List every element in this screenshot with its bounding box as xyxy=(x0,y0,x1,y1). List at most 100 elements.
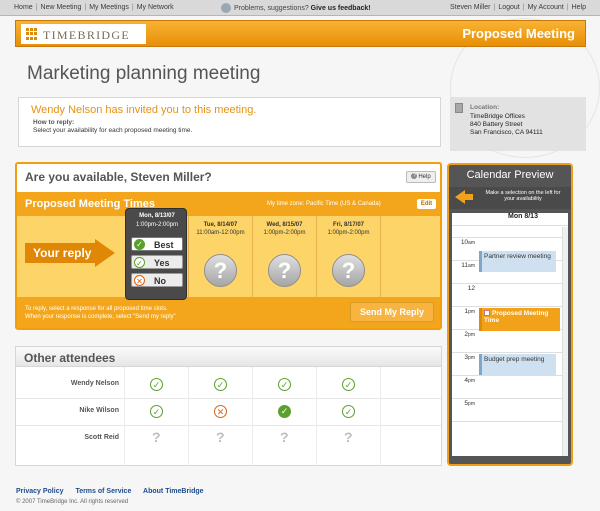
how-to-reply-label: How to reply: xyxy=(33,119,75,126)
nav-new-meeting-link[interactable]: New Meeting xyxy=(41,4,82,11)
check-icon: ✓ xyxy=(278,378,291,391)
logo-grid-icon xyxy=(26,28,38,40)
location-label: Location: xyxy=(470,104,500,111)
calendar-hint-text: Make a selection on the left for your av… xyxy=(485,190,561,202)
my-account-link[interactable]: My Account xyxy=(528,4,564,11)
slot-date: Fri, 8/17/07 xyxy=(332,222,365,228)
slot-time: 1:00pm-2:00pm xyxy=(135,222,179,228)
location-line: San Francisco, CA 94111 xyxy=(470,129,543,136)
hour-label: 1pm xyxy=(464,308,475,315)
attendee-name: Nike Wilson xyxy=(79,407,119,414)
feedback-icon xyxy=(221,3,231,13)
account-links: Steven Miller | Logout | My Account | Help xyxy=(450,4,586,11)
nav-my-network-link[interactable]: My Network xyxy=(137,4,174,11)
logo-text: TIMEBRIDGE xyxy=(43,28,130,42)
check-icon: ✓ xyxy=(214,378,227,391)
top-nav: Home | New Meeting | My Meetings | My Network … xyxy=(0,0,600,16)
help-button[interactable]: ? Help xyxy=(406,171,436,183)
calendar-event[interactable]: Partner review meeting xyxy=(479,251,556,272)
slot-date: Mon, 8/13/07 xyxy=(139,213,175,219)
hour-label: 11am xyxy=(461,262,475,269)
attendee-row: Scott Reid ? ? ? ? xyxy=(16,426,441,453)
check-icon: ✓ xyxy=(150,378,163,391)
check-icon: ✓ xyxy=(134,257,145,268)
no-option-button[interactable]: ✕ No xyxy=(131,273,183,287)
slot-time: 11:00am-12:00pm xyxy=(196,230,245,236)
footer-links: Privacy Policy Terms of Service About Ti… xyxy=(16,488,214,495)
feedback-link[interactable]: Give us feedback! xyxy=(311,5,371,12)
hour-label: 10am xyxy=(460,239,475,246)
slot-time: 1:00pm-2:00pm xyxy=(327,230,370,236)
reply-instructions: To reply, select a response for all prop… xyxy=(25,305,176,321)
other-attendees-panel: Other attendees Wendy Nelson ✓ ✓ ✓ ✓ Nik… xyxy=(15,346,442,466)
location-line: 840 Battery Street xyxy=(470,121,523,128)
calendar-event[interactable]: Budget prep meeting xyxy=(479,354,556,375)
calendar-title: Calendar Preview xyxy=(466,169,554,181)
time-slot-empty xyxy=(380,216,443,297)
building-icon xyxy=(455,103,463,113)
help-icon: ? xyxy=(411,173,418,180)
terms-of-service-link[interactable]: Terms of Service xyxy=(75,488,131,495)
nav-my-meetings-link[interactable]: My Meetings xyxy=(89,4,129,11)
page-heading: Proposed Meeting xyxy=(462,26,575,41)
instruction-line: When your response is complete, select "… xyxy=(25,314,176,320)
nav-home-link[interactable]: Home xyxy=(14,4,33,11)
edit-timezone-button[interactable]: Edit xyxy=(417,199,436,209)
header-bar: TIMEBRIDGE Proposed Meeting xyxy=(15,20,586,47)
question-icon: ? xyxy=(216,429,225,445)
unanswered-question-icon[interactable]: ? xyxy=(332,254,365,287)
location-line: TimeBridge Offices xyxy=(470,113,525,120)
about-link[interactable]: About TimeBridge xyxy=(143,488,204,495)
time-slot: Tue, 8/14/07 11:00am-12:00pm ? xyxy=(188,216,251,297)
option-label: Best xyxy=(154,240,174,250)
check-icon: ✓ xyxy=(134,239,145,250)
invite-headline: Wendy Nelson has invited you to this mee… xyxy=(31,104,257,116)
calendar-day-grid: Mon 8/13 10am 11am 12 1pm 2pm 3pm 4pm 5p… xyxy=(452,213,568,456)
x-icon: ✕ xyxy=(134,275,145,286)
slot-time: 1:00pm-2:00pm xyxy=(263,230,306,236)
copyright: © 2007 TimeBridge Inc. All rights reserv… xyxy=(16,499,129,505)
proposed-times-area: Proposed Meeting Times My time zone: Pac… xyxy=(17,192,440,328)
logout-link[interactable]: Logout xyxy=(498,4,519,11)
yes-option-button[interactable]: ✓ Yes xyxy=(131,255,183,269)
slot-date: Tue, 8/14/07 xyxy=(203,222,238,228)
left-arrow-icon xyxy=(455,190,465,204)
check-icon: ✓ xyxy=(342,378,355,391)
calendar-preview: Calendar Preview Make a selection on the… xyxy=(447,163,573,466)
unanswered-question-icon[interactable]: ? xyxy=(204,254,237,287)
help-link[interactable]: Help xyxy=(572,4,586,11)
calendar-scrollbar[interactable] xyxy=(562,227,568,456)
question-icon: ? xyxy=(280,429,289,445)
time-slot: Fri, 8/17/07 1:00pm-2:00pm ? xyxy=(316,216,379,297)
hour-label: 5pm xyxy=(464,400,475,407)
main-nav-links: Home | New Meeting | My Meetings | My Network xyxy=(14,4,174,11)
check-icon: ✓ xyxy=(342,405,355,418)
time-slots-row: Your reply Tue, 8/14/07 11:00am-12:00pm … xyxy=(17,208,443,300)
calendar-hint: Make a selection on the left for your av… xyxy=(449,187,571,209)
invite-instruction: Select your availability for each propos… xyxy=(33,127,193,134)
attendee-name: Scott Reid xyxy=(84,434,119,441)
proposed-meeting-event[interactable]: Proposed Meeting Time xyxy=(479,308,560,331)
privacy-policy-link[interactable]: Privacy Policy xyxy=(16,488,63,495)
check-filled-icon: ✓ xyxy=(278,405,291,418)
time-slot: Wed, 8/15/07 1:00pm-2:00pm ? xyxy=(252,216,315,297)
x-icon: ✕ xyxy=(214,405,227,418)
hour-label: 4pm xyxy=(464,377,475,384)
active-time-slot: Mon, 8/13/07 1:00pm-2:00pm ✓ Best ✓ Yes … xyxy=(125,208,187,300)
timezone-label: My time zone: Pacific Time (US & Canada) xyxy=(267,201,381,207)
hour-label: 2pm xyxy=(464,331,475,338)
best-option-button[interactable]: ✓ Best xyxy=(131,237,183,251)
availability-question: Are you available, Steven Miller? xyxy=(25,170,212,184)
unanswered-question-icon[interactable]: ? xyxy=(268,254,301,287)
calendar-day-label: Mon 8/13 xyxy=(508,213,538,220)
your-reply-arrow: Your reply xyxy=(25,239,117,268)
question-icon: ? xyxy=(152,429,161,445)
meeting-title: Marketing planning meeting xyxy=(27,63,261,84)
hour-label: 3pm xyxy=(464,354,475,361)
current-user: Steven Miller xyxy=(450,4,491,11)
feedback-area: Problems, suggestions? Give us feedback! xyxy=(221,3,371,13)
send-reply-button[interactable]: Send My Reply xyxy=(350,302,434,322)
hour-label: 12 xyxy=(467,285,475,292)
timebridge-logo[interactable]: TIMEBRIDGE xyxy=(21,24,146,44)
instruction-line: To reply, select a response for all prop… xyxy=(25,306,168,312)
